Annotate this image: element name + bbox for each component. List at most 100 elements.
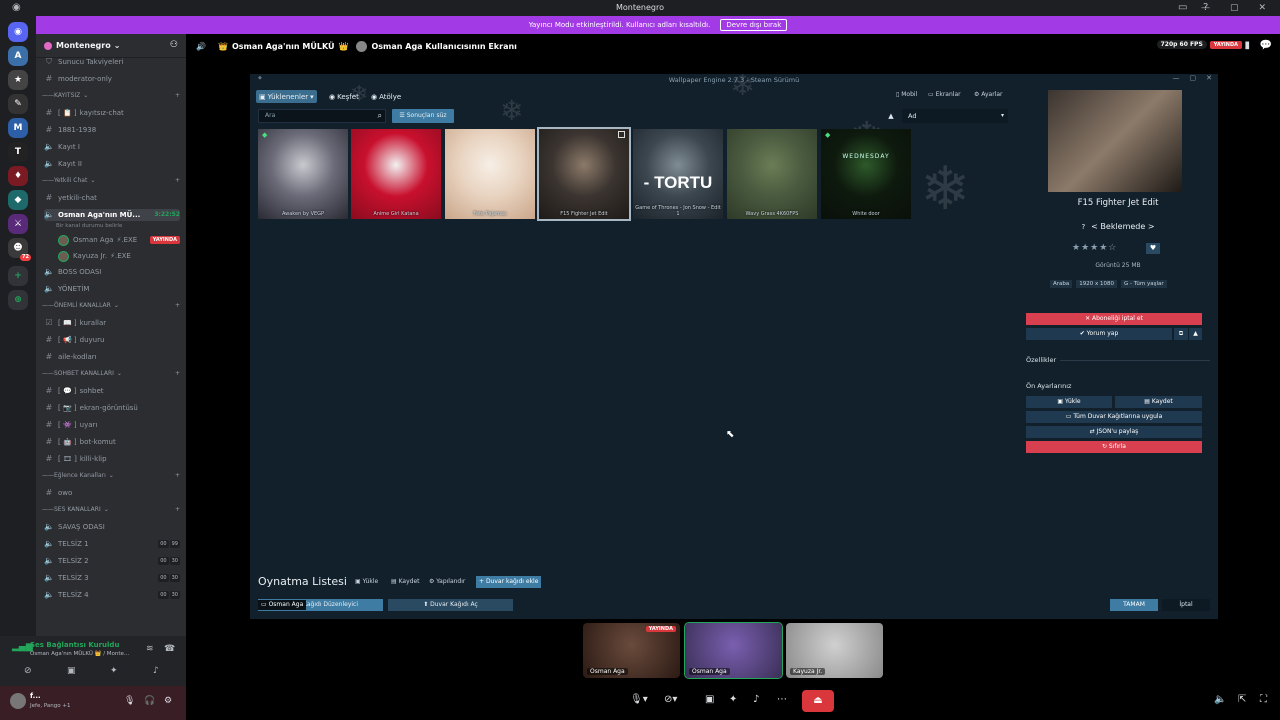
wallpaper-thumbnail[interactable]: F15 Fighter Jet Edit xyxy=(537,127,631,221)
noise-suppression-icon[interactable]: ≋ xyxy=(146,644,154,654)
text-channel[interactable]: # moderator-only xyxy=(44,73,180,85)
inbox-icon[interactable]: ▭ xyxy=(1178,2,1187,13)
server-icon[interactable]: T xyxy=(8,142,28,162)
server-icon[interactable]: ✎ xyxy=(8,94,28,114)
tag[interactable]: 1920 x 1080 xyxy=(1076,280,1118,288)
playlist-save-button[interactable]: ▤ Kaydet xyxy=(388,576,423,588)
voice-user[interactable]: Osman Aga ⚡.EXE YAYINDA xyxy=(58,234,180,246)
close-window-button[interactable]: ✕ xyxy=(1258,0,1266,16)
server-icon[interactable]: M xyxy=(8,118,28,138)
tab-installed[interactable]: ▣ Yüklenenler ▾ xyxy=(256,90,317,103)
minimize-button[interactable]: — xyxy=(1201,0,1210,16)
settings-button[interactable]: ⚙ Ayarlar xyxy=(974,91,1003,98)
copy-icon[interactable]: ⧉ xyxy=(1174,328,1188,340)
voice-channel[interactable]: 🔈 TELSİZ 4 00 30 xyxy=(44,589,180,601)
tag[interactable]: G - Tüm yaşlar xyxy=(1121,280,1167,288)
add-channel-icon[interactable]: + xyxy=(175,470,180,482)
server-icon[interactable]: ☻ 72 xyxy=(8,238,31,261)
open-wallpaper-button[interactable]: ⬆ Duvar Kağıdı Aç xyxy=(388,599,513,611)
text-channel[interactable]: # aile-kodları xyxy=(44,351,180,363)
disconnect-icon[interactable]: ☎ xyxy=(164,644,175,654)
camera-off-icon[interactable]: ⊘ xyxy=(24,666,32,676)
wallpaper-thumbnail[interactable]: Fete Pajamas xyxy=(445,129,535,219)
activities-icon[interactable]: ✦ xyxy=(729,694,737,705)
wallpaper-thumbnail[interactable]: Anime Girl Katana xyxy=(351,129,441,219)
bookmark-icon[interactable]: ▮ xyxy=(1244,40,1250,51)
add-channel-icon[interactable]: + xyxy=(175,300,180,312)
add-channel-icon[interactable]: + xyxy=(175,175,180,187)
text-channel[interactable]: # [ 👾 ] uyarı xyxy=(44,419,180,431)
add-channel-icon[interactable]: + xyxy=(175,90,180,102)
unsubscribe-button[interactable]: ✕ Aboneliği iptal et xyxy=(1026,313,1202,325)
load-preset-button[interactable]: ▣ Yükle xyxy=(1026,396,1112,408)
wallpaper-thumbnail[interactable]: Wavy Grass 4K60FPS xyxy=(727,129,817,219)
text-channel[interactable]: #1881-1938 xyxy=(44,124,180,136)
cancel-button[interactable]: İptal xyxy=(1162,599,1210,611)
maximize-button[interactable]: ▢ xyxy=(1230,0,1239,16)
wallpaper-thumbnail[interactable]: ◆ WEDNESDAY White door xyxy=(821,129,911,219)
participant-tile[interactable]: Kayuza Jr. xyxy=(786,623,883,678)
search-input[interactable]: Ara ⌕ xyxy=(258,109,386,123)
rating-stars[interactable]: ★★★★☆ xyxy=(1072,243,1117,253)
voice-channel[interactable]: 🔈 TELSİZ 3 00 30 xyxy=(44,572,180,584)
channel-category[interactable]: —— SES KANALLARI ⌄ + xyxy=(42,504,180,516)
voice-user[interactable]: Kayuza Jr. ⚡.EXE xyxy=(58,250,180,262)
fullscreen-icon[interactable]: ⛶ xyxy=(1260,694,1267,705)
server-icon[interactable]: ★ xyxy=(8,70,28,90)
server-icon[interactable]: ♦ xyxy=(8,166,28,186)
reset-button[interactable]: ↻ Sıfırla xyxy=(1026,441,1202,453)
text-channel[interactable]: # yetkili-chat xyxy=(44,192,180,204)
search-icon[interactable]: ⌕ xyxy=(378,110,382,122)
voice-channel[interactable]: 🔈 TELSİZ 2 00 30 xyxy=(44,555,180,567)
text-channel[interactable]: # [ 🤖 ] bot-komut xyxy=(44,436,180,448)
warning-icon[interactable]: ▲ xyxy=(1189,328,1202,340)
channel-category[interactable]: —— Yetkili Chat ⌄ + xyxy=(42,175,180,187)
activities-icon[interactable]: ✦ xyxy=(110,666,118,676)
voice-channel[interactable]: 🔈 SAVAŞ ODASI xyxy=(44,521,180,533)
explore-icon[interactable]: ⊕ xyxy=(8,290,28,310)
volume-icon[interactable]: 🔈 xyxy=(1214,694,1226,705)
playlist-configure-button[interactable]: ⚙ Yapılandır xyxy=(426,576,468,588)
wallpaper-thumbnail[interactable]: - TORTU Game of Thrones - Jon Snow - Edit… xyxy=(633,129,723,219)
voice-channel[interactable]: 🔈 Kayıt I xyxy=(44,141,180,153)
add-channel-icon[interactable]: + xyxy=(175,504,180,516)
chat-icon[interactable]: 💬 xyxy=(1260,40,1272,51)
apply-all-button[interactable]: ▭ Tüm Duvar Kağıtlarına uygula xyxy=(1026,411,1202,423)
text-channel[interactable]: # [ 💬 ] sohbet xyxy=(44,385,180,397)
server-icon[interactable]: ◆ xyxy=(8,190,28,210)
channel-category[interactable]: —— KAYITSIZ ⌄ + xyxy=(42,90,180,102)
tag[interactable]: Araba xyxy=(1050,280,1073,288)
more-options-icon[interactable]: ⋯ xyxy=(777,694,787,705)
text-channel[interactable]: # [ 📋 ] kayıtsız-chat xyxy=(44,107,180,119)
share-json-button[interactable]: ⇄ JSON'u paylaş xyxy=(1026,426,1202,438)
select-checkbox[interactable] xyxy=(618,131,625,138)
voice-channel[interactable]: 🔈 TELSİZ 1 00 99 xyxy=(44,538,180,550)
server-icon[interactable]: A xyxy=(8,46,28,66)
participant-tile[interactable]: Osman Aga xyxy=(684,622,783,679)
channel-category[interactable]: —— SOHBET KANALLARI ⌄ + xyxy=(42,368,180,380)
popout-icon[interactable]: ⇱ xyxy=(1238,694,1246,705)
screen-share-icon[interactable]: ▣ xyxy=(705,694,714,705)
tab-workshop[interactable]: ◉ Atölye xyxy=(368,90,404,103)
voice-channel[interactable]: 🔈 BOSS ODASI xyxy=(44,266,180,278)
voice-channel-text[interactable]: Osman Aga'nın MÜLKÜ 👑 / Monte... xyxy=(30,651,129,657)
microphone-icon[interactable]: 🎙▾ xyxy=(630,694,648,705)
screens-button[interactable]: ▭ Ekranlar xyxy=(928,91,961,98)
channel-category[interactable]: —— ÖNEMLİ KANALLAR ⌄ + xyxy=(42,300,180,312)
text-channel[interactable]: # owo xyxy=(44,487,180,499)
wallpaper-thumbnail[interactable]: ◆ Awaken by VEGP xyxy=(258,129,348,219)
mobile-button[interactable]: ▯ Mobil xyxy=(896,91,917,98)
maximize-button[interactable]: ▢ xyxy=(1190,74,1197,82)
add-channel-icon[interactable]: + xyxy=(175,368,180,380)
save-preset-button[interactable]: ▤ Kaydet xyxy=(1115,396,1202,408)
close-button[interactable]: ✕ xyxy=(1206,74,1212,82)
camera-off-icon[interactable]: ⊘▾ xyxy=(664,694,677,705)
sort-select[interactable]: Ad ▾ xyxy=(902,109,1008,123)
server-header[interactable]: Montenegro ⌄ ⚇ xyxy=(36,34,186,58)
text-channel[interactable]: ☑ [ 📖 ] kurallar xyxy=(44,317,180,329)
sort-direction-button[interactable]: ▲ xyxy=(884,109,898,123)
favorite-heart-button[interactable]: ♥ xyxy=(1146,243,1160,254)
voice-channel[interactable]: 🔈 YÖNETİM xyxy=(44,283,180,295)
soundboard-icon[interactable]: ♪ xyxy=(753,694,759,705)
leave-call-button[interactable]: ⏏ xyxy=(802,690,834,712)
